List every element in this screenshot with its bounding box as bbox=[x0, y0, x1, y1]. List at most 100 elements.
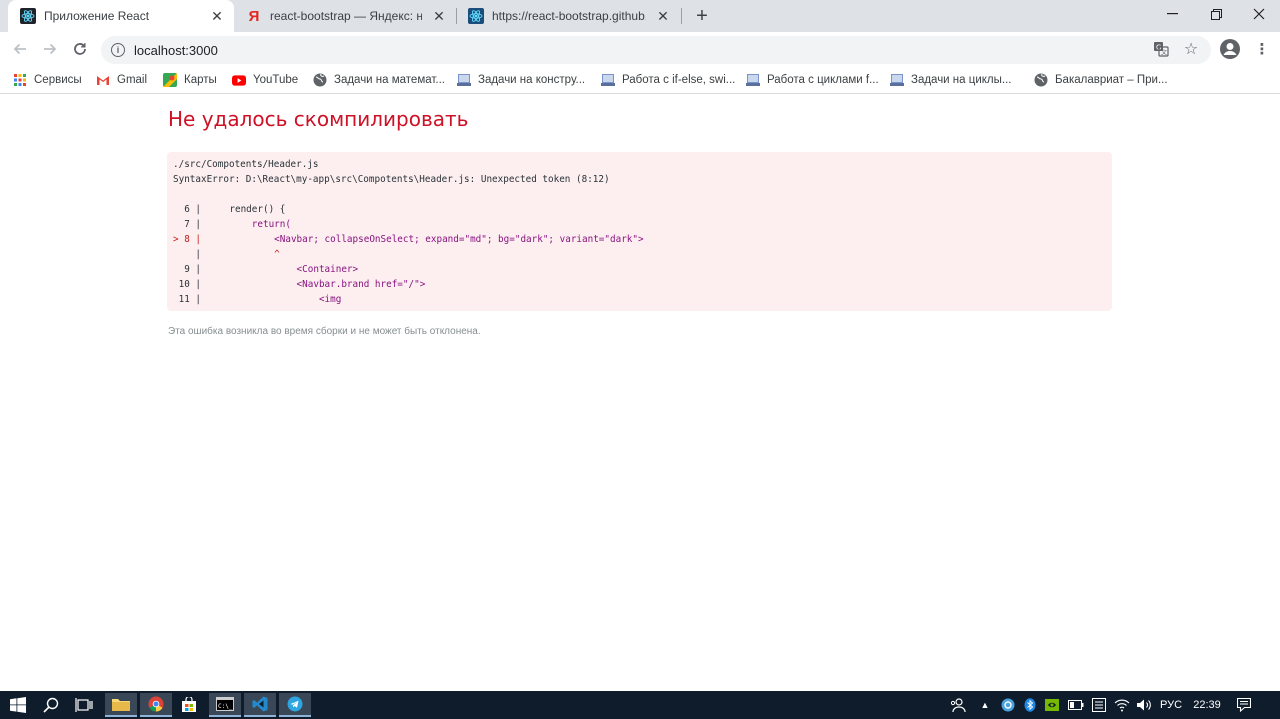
tab-separator bbox=[681, 8, 682, 24]
page-title: Не удалось скомпилировать bbox=[168, 107, 469, 131]
bookmark-if-else[interactable]: Работа с if-else, swi... bbox=[601, 71, 735, 89]
svg-text:C:\_: C:\_ bbox=[218, 703, 233, 710]
minimize-button[interactable] bbox=[1150, 0, 1194, 28]
bookmark-label: Gmail bbox=[117, 74, 148, 86]
input-language[interactable]: РУС bbox=[1157, 695, 1185, 715]
close-window-button[interactable] bbox=[1237, 0, 1280, 28]
maps-icon bbox=[163, 73, 177, 87]
code-line: 9 | <Container> bbox=[173, 262, 1106, 277]
bookmark-label: Задачи на констру... bbox=[478, 74, 586, 86]
back-button[interactable] bbox=[7, 36, 33, 62]
bookmark-maps[interactable]: Карты bbox=[163, 71, 217, 89]
caret-marker: ^ bbox=[207, 249, 280, 260]
line-gutter: 11 | bbox=[173, 294, 201, 305]
line-gutter: 7 | bbox=[173, 219, 201, 230]
svg-text:文: 文 bbox=[1161, 49, 1167, 57]
tab-react-bootstrap[interactable]: https://react-bootstrap.github.io/ ✕ bbox=[456, 0, 680, 32]
store-icon[interactable] bbox=[173, 693, 205, 717]
bookmark-services[interactable]: Сервисы bbox=[13, 71, 82, 89]
notifications-icon[interactable] bbox=[1234, 695, 1254, 715]
tray-expand-icon[interactable]: ▲ bbox=[978, 695, 992, 715]
tab-strip: Приложение React ✕ Я react-bootstrap — Я… bbox=[0, 0, 1280, 32]
page-icon bbox=[601, 73, 615, 87]
bookmark-label: Задачи на математ... bbox=[334, 74, 445, 86]
error-message: SyntaxError: D:\React\my-app\src\Compote… bbox=[173, 174, 610, 185]
code-line: 11 | <img bbox=[173, 292, 1106, 307]
menu-icon[interactable]: ⋮ bbox=[1251, 38, 1273, 60]
page-content: Не удалось скомпилировать ./src/Compoten… bbox=[0, 95, 1280, 691]
url-text[interactable]: localhost:3000 bbox=[134, 43, 218, 58]
code-text: <img bbox=[207, 294, 342, 305]
code-text: return( bbox=[207, 219, 291, 230]
code-line: 7 | return( bbox=[173, 217, 1106, 232]
code-line: 10 | <Navbar.brand href="/"> bbox=[173, 277, 1106, 292]
battery-icon[interactable] bbox=[1066, 695, 1086, 715]
line-gutter: | bbox=[173, 249, 201, 260]
react-bootstrap-icon bbox=[468, 8, 484, 24]
forward-button[interactable] bbox=[37, 36, 63, 62]
close-tab-icon[interactable]: ✕ bbox=[208, 7, 226, 25]
clock-time[interactable]: 22:39 bbox=[1190, 695, 1224, 715]
error-footer-note: Эта ошибка возникла во время сборки и не… bbox=[168, 326, 481, 337]
star-bookmark-icon[interactable]: ☆ bbox=[1180, 38, 1202, 60]
volume-icon[interactable] bbox=[1134, 695, 1154, 715]
translate-icon[interactable]: G文 bbox=[1150, 38, 1172, 60]
bookmark-youtube[interactable]: YouTube bbox=[232, 71, 298, 89]
code-caret-line: | ^ bbox=[173, 247, 1106, 262]
profile-avatar-icon[interactable] bbox=[1217, 36, 1243, 62]
tray-app-icon[interactable] bbox=[999, 695, 1017, 715]
code-text: render() { bbox=[207, 204, 286, 215]
telegram-icon[interactable] bbox=[279, 693, 311, 717]
terminal-icon[interactable]: C:\_ bbox=[209, 693, 241, 717]
line-gutter: > 8 | bbox=[173, 234, 201, 245]
new-tab-button[interactable]: + bbox=[690, 4, 714, 28]
windows-taskbar: C:\_ ▲ РУС 22:39 bbox=[0, 691, 1280, 719]
restore-button[interactable] bbox=[1194, 0, 1238, 28]
bookmark-constructor-tasks[interactable]: Задачи на констру... bbox=[457, 71, 585, 89]
reload-button[interactable] bbox=[67, 36, 93, 62]
bookmark-label: Карты bbox=[184, 74, 217, 86]
apps-grid-icon bbox=[13, 73, 27, 87]
keyboard-icon[interactable] bbox=[1089, 695, 1109, 715]
bookmarks-bar: Сервисы Gmail Карты YouTube Задачи на ма… bbox=[0, 66, 1280, 94]
tab-react-app[interactable]: Приложение React ✕ bbox=[8, 0, 234, 32]
file-explorer-icon[interactable] bbox=[105, 693, 137, 717]
vscode-icon[interactable] bbox=[244, 693, 276, 717]
task-view-icon[interactable] bbox=[68, 693, 100, 717]
bookmark-bachelor[interactable]: Бакалавриат – При... bbox=[1034, 71, 1168, 89]
address-bar[interactable]: i localhost:3000 bbox=[101, 36, 1211, 64]
gmail-icon bbox=[96, 73, 110, 87]
site-info-icon[interactable]: i bbox=[111, 43, 125, 57]
code-text: <Navbar.brand href="/"> bbox=[207, 279, 426, 290]
bookmark-label: Бакалавриат – При... bbox=[1055, 74, 1168, 86]
page-icon bbox=[746, 73, 760, 87]
code-text: <Container> bbox=[207, 264, 359, 275]
bookmark-label: Сервисы bbox=[34, 74, 82, 86]
bookmark-loops-work[interactable]: Работа с циклами f... bbox=[746, 71, 879, 89]
people-icon[interactable] bbox=[948, 695, 968, 715]
globe-icon bbox=[1034, 73, 1048, 87]
bookmark-gmail[interactable]: Gmail bbox=[96, 71, 147, 89]
nvidia-icon[interactable] bbox=[1043, 695, 1061, 715]
page-icon bbox=[890, 73, 904, 87]
error-overlay-box: ./src/Compotents/Header.js SyntaxError: … bbox=[167, 152, 1112, 311]
line-gutter: 10 | bbox=[173, 279, 201, 290]
tab-yandex[interactable]: Я react-bootstrap — Яндекс: нашё ✕ bbox=[234, 0, 456, 32]
search-icon[interactable] bbox=[35, 693, 67, 717]
code-line: 6 | render() { bbox=[173, 202, 1106, 217]
bluetooth-icon[interactable] bbox=[1021, 695, 1039, 715]
yandex-icon: Я bbox=[248, 7, 260, 25]
close-tab-icon[interactable]: ✕ bbox=[430, 7, 448, 25]
tab-title: Приложение React bbox=[44, 9, 150, 23]
tab-title: react-bootstrap — Яндекс: нашё bbox=[270, 9, 422, 23]
react-icon bbox=[20, 8, 36, 24]
code-line-error: > 8 | <Navbar; collapseOnSelect; expand=… bbox=[173, 232, 1106, 247]
bookmark-loops-tasks[interactable]: Задачи на циклы... bbox=[890, 71, 1011, 89]
wifi-icon[interactable] bbox=[1112, 695, 1132, 715]
close-tab-icon[interactable]: ✕ bbox=[654, 7, 672, 25]
start-windows-icon[interactable] bbox=[2, 693, 34, 717]
chrome-icon[interactable] bbox=[140, 693, 172, 717]
bookmark-math-tasks[interactable]: Задачи на математ... bbox=[313, 71, 445, 89]
bookmark-label: Задачи на циклы... bbox=[911, 74, 1012, 86]
